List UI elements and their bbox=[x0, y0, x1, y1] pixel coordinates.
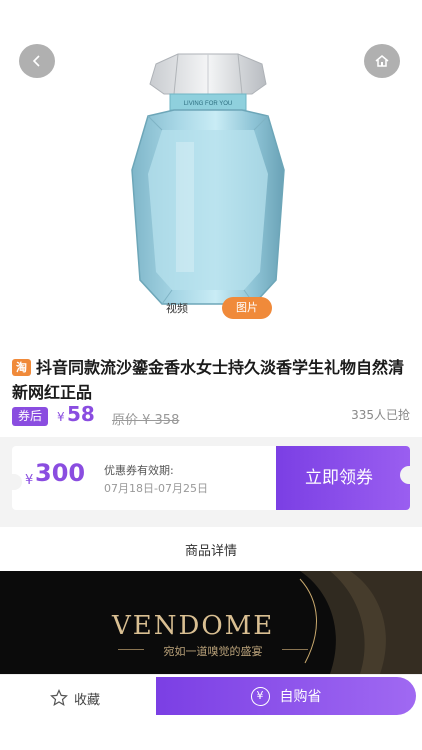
product-title-text: 抖音同款流沙鎏金香水女士持久淡香学生礼物自然清新网红正品 bbox=[12, 358, 405, 402]
product-image-gallery[interactable]: LIVING FOR YOU 视频 图片 bbox=[0, 0, 422, 345]
brand-logo: VENDOME bbox=[112, 611, 275, 641]
claim-coupon-button[interactable]: 立即领券 bbox=[276, 446, 410, 510]
bottom-action-bar: 收藏 ¥ 自购省 bbox=[0, 674, 422, 750]
media-tabs: 视频 图片 bbox=[0, 297, 422, 323]
brand-banner: VENDOME 宛如一道嗅觉的盛宴 bbox=[0, 571, 422, 674]
coupon-validity-label: 优惠券有效期: bbox=[104, 464, 174, 477]
product-detail-page: LIVING FOR YOU 视频 图片 淘 抖音同款流沙鎏金香水女士持久淡香学… bbox=[0, 0, 422, 750]
price-currency: ¥ bbox=[57, 410, 65, 424]
after-coupon-badge: 券后 bbox=[12, 407, 49, 426]
chevron-left-icon bbox=[32, 55, 40, 67]
self-buy-save-button[interactable]: ¥ 自购省 bbox=[156, 677, 416, 715]
back-button[interactable] bbox=[19, 44, 55, 78]
coupon-price: 58 bbox=[67, 402, 95, 426]
tab-image[interactable]: 图片 bbox=[222, 297, 272, 319]
yen-coin-icon: ¥ bbox=[250, 686, 270, 706]
coupon-currency: ¥ bbox=[25, 473, 34, 488]
coupon-button-notch bbox=[400, 466, 412, 484]
favorite-label: 收藏 bbox=[74, 692, 101, 708]
taobao-badge-icon: 淘 bbox=[12, 359, 31, 376]
slogan-rule-right bbox=[282, 649, 308, 650]
tab-video[interactable]: 视频 bbox=[160, 297, 194, 321]
home-button[interactable] bbox=[364, 44, 400, 78]
favorite-button[interactable]: 收藏 bbox=[50, 687, 100, 709]
price-row: 券后 ¥ 58 原价 ¥ 358 335人已抢 bbox=[12, 402, 410, 428]
coupon-amount: 300 bbox=[35, 459, 86, 487]
brand-slogan: 宛如一道嗅觉的盛宴 bbox=[163, 645, 263, 658]
coupon-section: ¥ 300 优惠券有效期: 07月18日-07月25日 立即领券 bbox=[0, 437, 422, 527]
product-title: 淘抖音同款流沙鎏金香水女士持久淡香学生礼物自然清新网红正品 bbox=[12, 355, 412, 405]
svg-text:LIVING FOR YOU: LIVING FOR YOU bbox=[184, 101, 233, 107]
perfume-bottle-image: LIVING FOR YOU bbox=[131, 53, 285, 305]
details-heading: 商品详情 bbox=[184, 544, 237, 559]
coupon-date-range: 07月18日-07月25日 bbox=[104, 482, 208, 495]
original-price: 原价 ¥ 358 bbox=[112, 413, 180, 428]
self-buy-label: 自购省 bbox=[279, 689, 322, 705]
home-icon bbox=[375, 55, 389, 67]
sold-count: 335人已抢 bbox=[351, 408, 410, 422]
star-icon bbox=[50, 689, 68, 707]
